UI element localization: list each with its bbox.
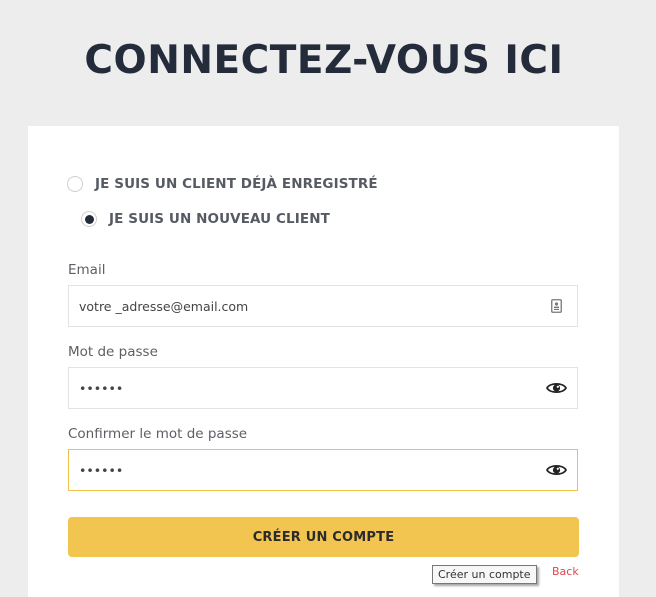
- email-field-box[interactable]: [68, 285, 578, 327]
- create-account-button[interactable]: CRÉER UN COMPTE: [68, 517, 579, 557]
- page-title: CONNECTEZ-VOUS ICI: [84, 38, 564, 83]
- confirm-password-field-box[interactable]: [68, 449, 578, 491]
- radio-existing-client[interactable]: JE SUIS UN CLIENT DÉJÀ ENREGISTRÉ: [67, 176, 378, 192]
- confirm-password-label: Confirmer le mot de passe: [68, 426, 248, 442]
- confirm-password-field[interactable]: [77, 454, 545, 486]
- radio-new-client[interactable]: JE SUIS UN NOUVEAU CLIENT: [81, 211, 330, 227]
- radio-existing-client-label: JE SUIS UN CLIENT DÉJÀ ENREGISTRÉ: [95, 176, 378, 192]
- contact-card-icon: [545, 295, 567, 317]
- radio-circle-selected[interactable]: [81, 211, 97, 227]
- radio-circle[interactable]: [67, 176, 83, 192]
- eye-icon[interactable]: [545, 377, 567, 399]
- register-card: JE SUIS UN CLIENT DÉJÀ ENREGISTRÉ JE SUI…: [28, 126, 619, 597]
- password-field-box[interactable]: [68, 367, 578, 409]
- radio-new-client-label: JE SUIS UN NOUVEAU CLIENT: [109, 211, 330, 227]
- password-field[interactable]: [77, 372, 545, 404]
- email-label: Email: [68, 262, 106, 278]
- email-field[interactable]: [77, 290, 545, 322]
- create-account-tooltip: Créer un compte: [432, 565, 537, 584]
- back-link[interactable]: Back: [552, 565, 579, 578]
- radio-dot: [84, 214, 94, 224]
- password-label: Mot de passe: [68, 344, 158, 360]
- eye-icon[interactable]: [545, 459, 567, 481]
